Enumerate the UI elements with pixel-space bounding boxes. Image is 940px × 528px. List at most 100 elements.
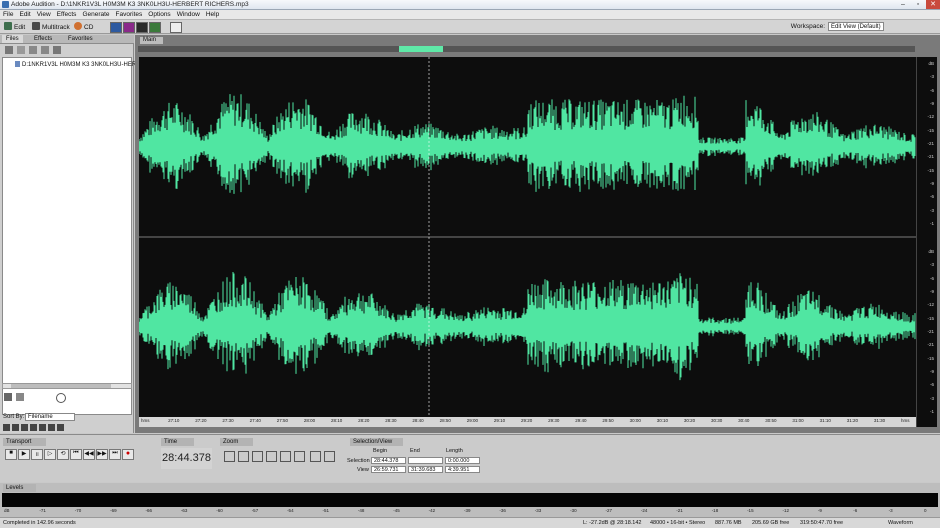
- loop-play-icon[interactable]: ⟲: [57, 449, 69, 460]
- maximize-icon[interactable]: ▫: [911, 0, 925, 9]
- selection-end-field[interactable]: [408, 457, 443, 464]
- level-tick-label: dB: [4, 508, 10, 513]
- go-to-end-icon[interactable]: ⏭: [109, 449, 121, 460]
- db-tick-label: -15: [927, 167, 934, 173]
- play-icon[interactable]: ▶: [18, 449, 30, 460]
- open-file-icon[interactable]: [5, 46, 13, 54]
- horizontal-scrollbar[interactable]: [2, 383, 132, 389]
- volume-knob-icon[interactable]: [56, 393, 66, 403]
- db-tick-label: -3: [929, 207, 934, 213]
- workspace-select[interactable]: Edit View (Default): [828, 22, 884, 31]
- menu-file[interactable]: File: [0, 10, 16, 20]
- zoom-in-horizontal-icon[interactable]: [224, 451, 235, 462]
- level-tick-label: -21: [676, 508, 683, 513]
- zoom-out-horizontal-icon[interactable]: [238, 451, 249, 462]
- play-to-end-icon[interactable]: ▷: [44, 449, 56, 460]
- level-tick-label: -18: [711, 508, 719, 513]
- fast-forward-icon[interactable]: ▶▶: [96, 449, 108, 460]
- menu-options[interactable]: Options: [145, 10, 173, 20]
- overview-thumb[interactable]: [399, 46, 443, 52]
- import-icon[interactable]: [29, 46, 37, 54]
- zoom-controls: [222, 451, 342, 473]
- status-size: 887.76 MB: [715, 520, 742, 526]
- level-tick-label: -51: [322, 508, 329, 513]
- close-icon[interactable]: ✕: [926, 0, 940, 9]
- auto-play-icon[interactable]: [4, 393, 12, 401]
- tab-main[interactable]: Main: [140, 37, 163, 44]
- zoom-to-selection-icon[interactable]: [266, 451, 277, 462]
- waveform-channel: [139, 94, 916, 194]
- overview-bar[interactable]: [138, 46, 915, 52]
- view-option-icon[interactable]: [48, 424, 55, 431]
- spectral-view-icon[interactable]: [123, 22, 135, 33]
- phase-view-icon[interactable]: [149, 22, 161, 33]
- stop-icon[interactable]: ■: [5, 449, 17, 460]
- db-tick-label: -21: [927, 141, 934, 146]
- view-option-icon[interactable]: [12, 424, 19, 431]
- db-tick-label: -12: [927, 114, 934, 120]
- view-begin-field[interactable]: 26:59.731: [371, 466, 406, 473]
- cd-button[interactable]: CD: [74, 22, 93, 32]
- menu-generate[interactable]: Generate: [79, 10, 112, 20]
- sort-by-select[interactable]: Filename: [25, 413, 75, 421]
- timeline-ruler[interactable]: hms 27:10 27:20 27:30 27:40 27:50 28:00 28:10 28…: [139, 417, 916, 427]
- menu-window[interactable]: Window: [174, 10, 203, 20]
- level-tick-label: -30: [570, 508, 577, 513]
- tab-favorites[interactable]: Favorites: [64, 35, 97, 43]
- multitrack-icon: [32, 22, 40, 30]
- go-to-start-icon[interactable]: ⏮: [70, 449, 82, 460]
- sort-by-label: Sort By:: [3, 414, 25, 420]
- db-tick-label: -12: [927, 302, 934, 308]
- rewind-icon[interactable]: ◀◀: [83, 449, 95, 460]
- file-item[interactable]: D:1NKR1V3L H0M3M K3 3NK0LH3U-HERBER: [15, 61, 149, 68]
- view-option-icon[interactable]: [21, 424, 28, 431]
- zoom-left-edge-icon[interactable]: [280, 451, 291, 462]
- minimize-icon[interactable]: –: [896, 0, 910, 9]
- menu-edit[interactable]: Edit: [16, 10, 33, 20]
- waveform-channel: [139, 272, 916, 381]
- level-tick-label: -6: [853, 508, 858, 513]
- scrollbar-thumb[interactable]: [11, 384, 111, 388]
- record-icon[interactable]: ●: [122, 449, 134, 460]
- zoom-out-full-icon[interactable]: [252, 451, 263, 462]
- view-end-field[interactable]: 31:39.683: [408, 466, 443, 473]
- zoom-right-edge-icon[interactable]: [294, 451, 305, 462]
- view-option-icon[interactable]: [57, 424, 64, 431]
- multitrack-button[interactable]: Multitrack: [32, 22, 70, 32]
- db-tick-label: -9: [929, 101, 934, 106]
- view-option-icon[interactable]: [30, 424, 37, 431]
- level-tick-label: -66: [145, 508, 153, 513]
- level-tick-label: -27: [605, 508, 613, 513]
- level-tick-label: -57: [251, 508, 259, 513]
- close-file-icon[interactable]: [17, 46, 25, 54]
- cd-label: CD: [84, 24, 94, 31]
- menu-help[interactable]: Help: [203, 10, 222, 20]
- view-option-icon[interactable]: [39, 424, 46, 431]
- pause-icon[interactable]: ॥: [31, 449, 43, 460]
- view-option-icon[interactable]: [3, 424, 10, 431]
- zoom-out-vertical-icon[interactable]: [324, 451, 335, 462]
- zoom-in-vertical-icon[interactable]: [310, 451, 321, 462]
- play-preview-icon[interactable]: [53, 46, 61, 54]
- loop-icon[interactable]: [16, 393, 24, 401]
- panel-tabs: Files Effects Favorites: [0, 35, 134, 44]
- selection-begin-field[interactable]: 28:44.378: [371, 457, 406, 464]
- view-length-field[interactable]: 4:39.951: [445, 466, 480, 473]
- cursor-tool-icon[interactable]: [170, 22, 182, 33]
- edit-view-button[interactable]: Edit: [4, 22, 25, 32]
- insert-icon[interactable]: [41, 46, 49, 54]
- menu-view[interactable]: View: [34, 10, 54, 20]
- time-tick-label: 30:10: [656, 418, 668, 423]
- levels-header: Levels: [3, 484, 36, 492]
- status-message: Completed in 142.96 seconds: [3, 520, 76, 526]
- waveform-view-icon[interactable]: [110, 22, 122, 33]
- tab-effects[interactable]: Effects: [30, 35, 56, 43]
- pan-view-icon[interactable]: [136, 22, 148, 33]
- menu-favorites[interactable]: Favorites: [113, 10, 146, 20]
- waveform-display[interactable]: hms 27:10 27:20 27:30 27:40 27:50 28:00 28:10 28…: [139, 57, 916, 427]
- menu-effects[interactable]: Effects: [54, 10, 80, 20]
- level-tick-label: -3: [888, 508, 893, 513]
- selection-length-field[interactable]: 0:00.000: [445, 457, 480, 464]
- tab-files[interactable]: Files: [2, 35, 23, 43]
- db-tick-label: -1: [929, 221, 934, 226]
